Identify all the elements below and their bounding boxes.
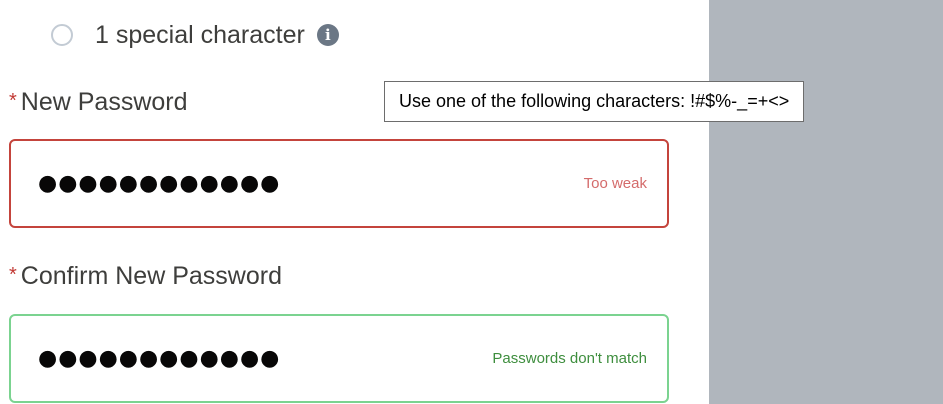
new-password-label: * New Password xyxy=(9,88,188,117)
new-password-field[interactable]: ●●●●●●●●●●●● Too weak xyxy=(9,139,669,228)
confirm-password-label: * Confirm New Password xyxy=(9,262,282,291)
password-match-status: Passwords don't match xyxy=(492,350,647,367)
confirm-password-label-text: Confirm New Password xyxy=(20,262,282,290)
new-password-masked-value: ●●●●●●●●●●●● xyxy=(38,171,281,196)
new-password-label-text: New Password xyxy=(20,88,188,116)
password-strength-status: Too weak xyxy=(583,175,647,192)
side-panel xyxy=(709,0,943,404)
requirement-row: 1 special character i xyxy=(51,18,339,52)
required-marker: * xyxy=(9,264,17,286)
info-icon[interactable]: i xyxy=(316,24,339,46)
required-marker: * xyxy=(9,90,17,112)
confirm-password-field[interactable]: ●●●●●●●●●●●● Passwords don't match xyxy=(9,314,669,403)
requirement-radio xyxy=(51,24,73,46)
tooltip-text: Use one of the following characters: !#$… xyxy=(399,91,790,111)
special-characters-tooltip: Use one of the following characters: !#$… xyxy=(384,81,805,122)
confirm-password-masked-value: ●●●●●●●●●●●● xyxy=(38,346,281,371)
requirement-text: 1 special character xyxy=(95,20,305,49)
